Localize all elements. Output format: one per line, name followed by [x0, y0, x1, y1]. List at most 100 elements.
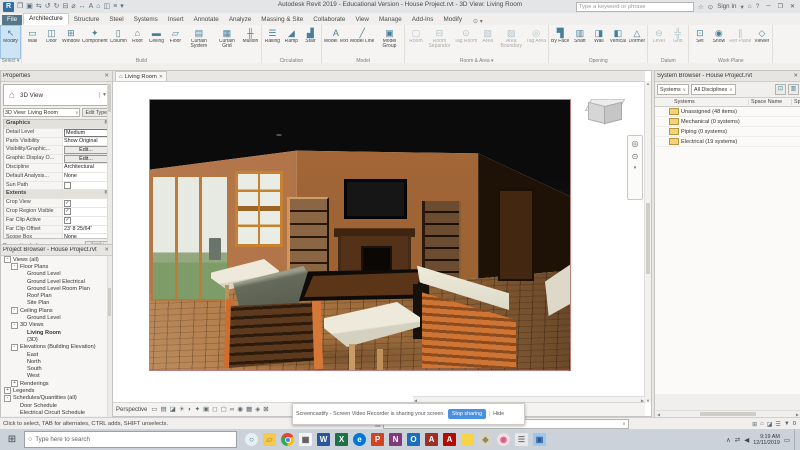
navigation-bar[interactable]: ◎ ⊙ ▾	[627, 135, 643, 200]
show-desktop-button[interactable]	[794, 429, 798, 450]
component-button[interactable]: ✦ Component	[81, 26, 109, 58]
hide-button[interactable]: Hide	[489, 411, 504, 417]
close-icon[interactable]: ✕	[103, 247, 110, 253]
tab-systems[interactable]: Systems	[129, 15, 163, 25]
temporary-hide-icon[interactable]: ∞	[230, 404, 235, 415]
zoom-icon[interactable]: ⊙	[632, 152, 639, 161]
grid-button[interactable]: ╬ Grid	[668, 26, 687, 58]
column-settings-icon[interactable]: ▥	[788, 84, 799, 95]
calculator-icon[interactable]: ▦	[299, 433, 312, 446]
3d-scene[interactable]	[149, 99, 571, 371]
app-store-icon[interactable]: ⌂	[748, 3, 752, 11]
window-button[interactable]: ⊞ Window	[61, 26, 81, 58]
tree-expander-icon[interactable]: +	[4, 387, 11, 395]
close-icon[interactable]: ✕	[792, 73, 799, 79]
crop-view-icon[interactable]: ◻	[212, 404, 217, 415]
stop-sharing-button[interactable]: Stop sharing	[447, 409, 487, 419]
tree-item[interactable]: Ground Level	[1, 314, 112, 321]
viewer-3d-icon[interactable]: ◆	[479, 433, 492, 446]
show-work-plane-button[interactable]: ◉ Show	[709, 26, 728, 58]
redo-icon[interactable]: ↻	[54, 1, 60, 12]
account-icon[interactable]: ⊙	[708, 3, 713, 11]
view-scale-icon[interactable]: ▭	[151, 404, 157, 415]
star-icon[interactable]: ☆	[698, 3, 704, 11]
tree-elevations[interactable]: - Elevations (Building Elevation)	[1, 343, 112, 351]
select-pinned-icon[interactable]: ◪	[767, 421, 773, 428]
sticky-notes-icon[interactable]	[461, 433, 474, 446]
tree-living-room[interactable]: Living Room	[1, 329, 112, 336]
tree-expander-icon[interactable]: +	[11, 380, 18, 388]
floor-button[interactable]: ▱ Floor	[166, 26, 185, 58]
wall-button[interactable]: ▭ Wall	[23, 26, 42, 58]
excel-icon[interactable]: X	[335, 433, 348, 446]
coffee-table[interactable]	[299, 269, 427, 301]
tree-expander-icon[interactable]: -	[11, 321, 18, 329]
sofa-left[interactable]	[229, 302, 321, 368]
sync-icon[interactable]: ⇆	[36, 1, 42, 12]
system-browser-header[interactable]: System Browser - House Project.rvt ✕	[655, 71, 800, 82]
viewcube[interactable]	[584, 93, 626, 129]
tree-3d-views[interactable]: - 3D Views	[1, 321, 112, 329]
door-button[interactable]: ◫ Door	[42, 26, 61, 58]
action-center-icon[interactable]: ▭	[784, 436, 790, 444]
acrobat-icon[interactable]: A	[443, 433, 456, 446]
tab-modify[interactable]: Modify	[438, 15, 467, 25]
powerpoint-icon[interactable]: P	[371, 433, 384, 446]
locked-view-icon[interactable]: ⊠	[263, 404, 268, 415]
word-icon[interactable]: W	[317, 433, 330, 446]
start-button[interactable]: ⊞	[0, 434, 24, 445]
edit-type-button[interactable]: Edit Type	[82, 108, 110, 117]
tree-expander-icon[interactable]: -	[4, 394, 11, 402]
tray-expand-icon[interactable]: ∧	[726, 436, 731, 444]
set-work-plane-button[interactable]: ⊡ Set	[690, 26, 709, 58]
tab-structure[interactable]: Structure	[69, 15, 105, 25]
column-header[interactable]: Space Number	[792, 99, 800, 105]
tree-item[interactable]: Electrical Circuit Schedule	[1, 409, 112, 416]
steering-wheel-icon[interactable]: ◎	[632, 139, 639, 148]
tree-item[interactable]: + Renderings	[1, 380, 112, 388]
tab-add-ins[interactable]: Add-Ins	[407, 15, 439, 25]
ref-plane-button[interactable]: ∥ Ref Plane	[728, 26, 752, 58]
help-icon[interactable]: ?	[756, 3, 760, 11]
thin-lines-icon[interactable]: ≡	[113, 1, 117, 12]
aligned-dimension-icon[interactable]: ↔	[79, 1, 86, 12]
shaft-button[interactable]: ▥ Shaft	[570, 26, 589, 58]
system-row-piping[interactable]: Piping (0 systems)	[655, 127, 800, 137]
vertical-scrollbar[interactable]: ▲ ▼	[644, 81, 651, 403]
tab-collaborate[interactable]: Collaborate	[308, 15, 350, 25]
tree-item[interactable]: Ground Level	[1, 271, 112, 278]
close-button[interactable]: ✕	[787, 3, 798, 10]
revit-logo[interactable]: R	[3, 1, 14, 12]
area-boundary-button[interactable]: ▨ Area Boundary	[497, 26, 525, 58]
tree-item[interactable]: Door Schedule	[1, 402, 112, 409]
double-hung-window[interactable]	[235, 171, 283, 247]
outlook-icon[interactable]: O	[407, 433, 420, 446]
chevron-down-icon[interactable]: ▾	[634, 165, 637, 171]
tab-massing-site[interactable]: Massing & Site	[256, 15, 308, 25]
model-group-button[interactable]: ▣ Model Group	[375, 26, 403, 58]
project-browser-header[interactable]: Project Browser - House Project.rvt ✕	[1, 245, 112, 256]
visual-style-icon[interactable]: ◪	[170, 404, 176, 415]
by-face-button[interactable]: ▜ By Face	[550, 26, 570, 58]
disciplines-filter-dropdown[interactable]: All Disciplines ∨	[690, 84, 736, 95]
system-row-electrical[interactable]: + Electrical (19 systems)	[655, 137, 800, 147]
onenote-icon[interactable]: N	[389, 433, 402, 446]
wall-tv[interactable]	[344, 179, 407, 219]
system-row-mechanical[interactable]: Mechanical (0 systems)	[655, 117, 800, 127]
tree-item[interactable]: + Legends	[1, 387, 112, 395]
signin-dropdown-icon[interactable]: ▾	[740, 3, 743, 11]
tree-views-all[interactable]: - Views (all)	[1, 256, 112, 264]
default-3d-view-icon[interactable]: ⌂	[96, 1, 100, 12]
tab-steel[interactable]: Steel	[104, 15, 128, 25]
tab-architecture[interactable]: Architecture	[23, 13, 69, 25]
taskbar-search[interactable]: ○ Type here to search	[24, 431, 237, 448]
bookshelf-left[interactable]	[287, 197, 329, 280]
open-icon[interactable]: ❐	[17, 1, 23, 12]
tree-item[interactable]: West	[1, 373, 112, 380]
stair-button[interactable]: ▟ Stair	[301, 26, 320, 58]
tree-expander-icon[interactable]: -	[4, 256, 11, 264]
network-icon[interactable]: ⇄	[735, 436, 740, 444]
save-icon[interactable]: ▣	[26, 1, 33, 12]
tree-item[interactable]: Roof Plan	[1, 292, 112, 299]
patio-chair[interactable]	[209, 238, 222, 260]
